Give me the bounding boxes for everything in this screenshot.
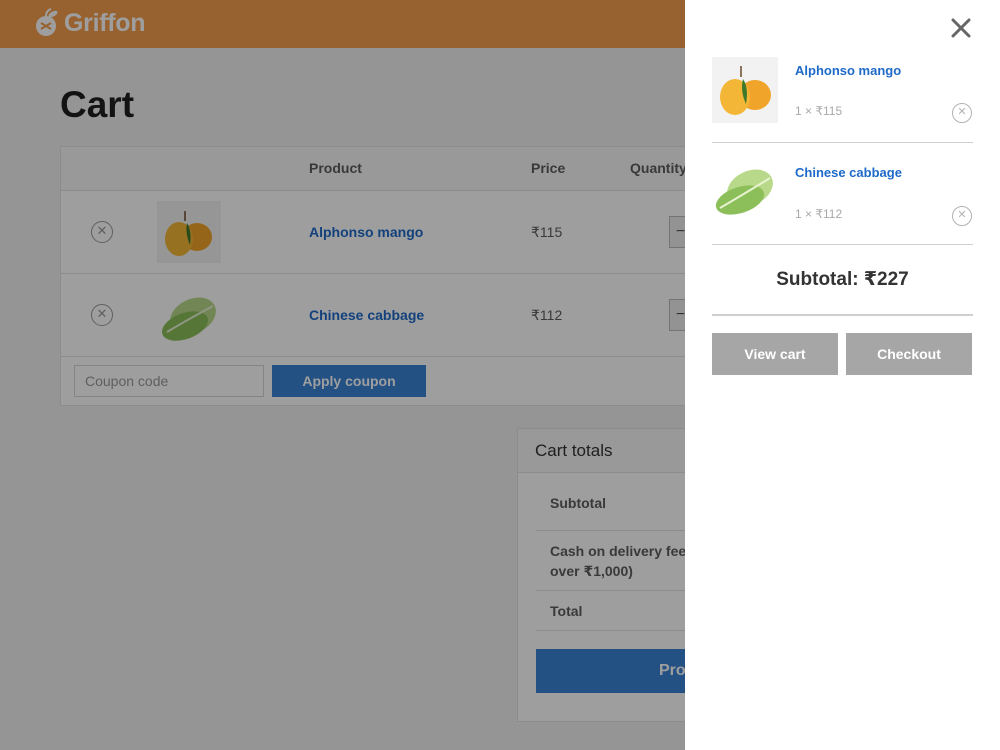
mini-cart-item: Alphonso mango 1 × ₹115 ✕ bbox=[712, 57, 973, 143]
mini-cart-remove-button[interactable]: ✕ bbox=[952, 206, 972, 226]
cabbage-image bbox=[712, 160, 778, 226]
mini-cart-subtotal: Subtotal: ₹227 bbox=[776, 269, 909, 290]
mini-cart-remove-button[interactable]: ✕ bbox=[952, 103, 972, 123]
close-icon[interactable] bbox=[949, 16, 973, 40]
divider bbox=[712, 314, 973, 316]
checkout-button[interactable]: Checkout bbox=[846, 333, 972, 375]
side-cart-drawer: Alphonso mango 1 × ₹115 ✕ Chinese cabbag… bbox=[685, 0, 1000, 750]
mini-cart-item-qty: 1 × ₹115 bbox=[795, 104, 843, 118]
mini-cart-item: Chinese cabbage 1 × ₹112 ✕ bbox=[712, 160, 973, 245]
mango-image bbox=[712, 57, 778, 123]
mini-cart-item-qty: 1 × ₹112 bbox=[795, 207, 843, 221]
mini-cart-item-name[interactable]: Alphonso mango bbox=[795, 63, 901, 78]
view-cart-button[interactable]: View cart bbox=[712, 333, 838, 375]
mini-cart-item-name[interactable]: Chinese cabbage bbox=[795, 165, 902, 180]
